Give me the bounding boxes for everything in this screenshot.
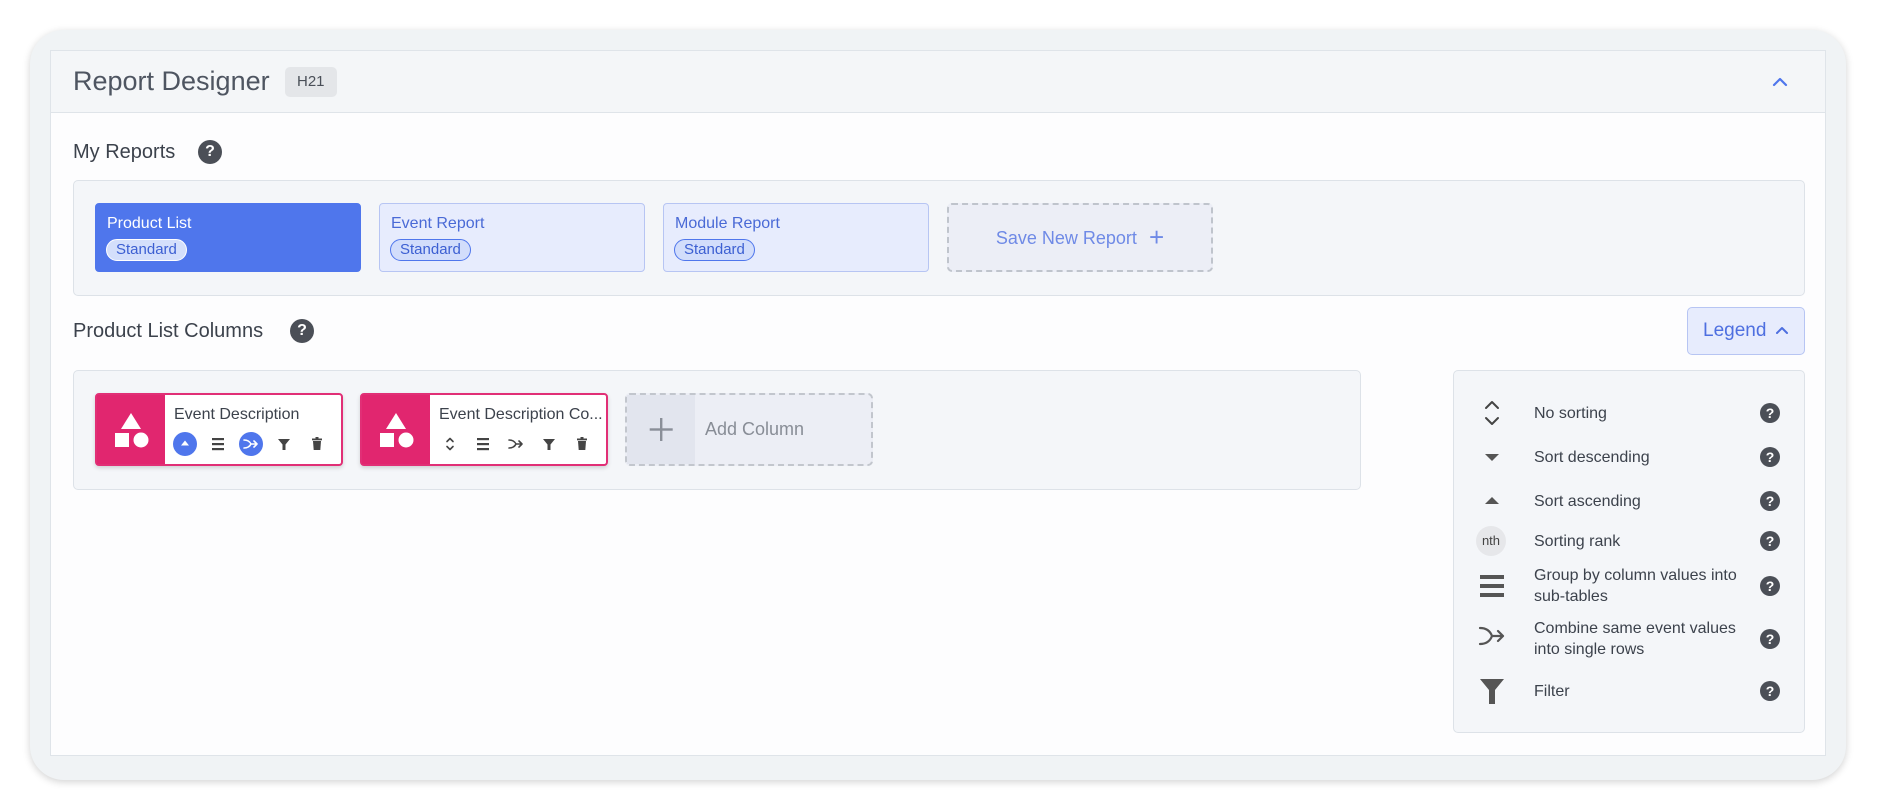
report-name: Product List [107,215,192,232]
save-new-report-button[interactable]: Save New Report + [947,203,1213,272]
save-new-report-label: Save New Report [995,228,1137,248]
columns-help-icon[interactable]: ? [290,319,314,343]
collapse-button[interactable] [1769,71,1791,93]
title-badge: H21 [285,67,337,97]
column-title: Event Description [174,406,300,423]
report-name: Event Report [391,215,485,232]
app-frame: Report Designer H21 My Reports ? Product… [30,30,1846,780]
report-designer-card: Report Designer H21 My Reports ? Product… [50,50,1826,756]
add-column-button[interactable]: Add Column [625,393,873,466]
shapes-icon-box [362,395,430,464]
combine-icon [508,439,523,449]
filter-button[interactable] [537,432,561,456]
page-title: Report Designer [73,66,270,96]
legend-text: Group by column values into sub-tables [1534,567,1737,605]
legend-text: Filter [1534,683,1570,700]
sort-descending-icon [1485,454,1499,461]
group-by-button[interactable] [206,432,230,456]
add-column-label: Add Column [705,419,805,439]
legend-item-sorting-rank: nth Sorting rank ? [1454,521,1804,561]
legend-help-icon[interactable]: ? [1760,447,1780,467]
filter-icon [278,439,290,450]
report-type-badge: Standard [390,239,471,261]
columns-panel: Event Description Event Description Co..… [73,370,1361,490]
add-column-plus-box [627,395,695,464]
no-sort-button[interactable] [438,432,462,456]
legend-item-filter: Filter ? [1454,671,1804,711]
report-type-badge: Standard [106,239,187,261]
chevron-up-icon [1776,327,1788,334]
report-name: Module Report [675,215,780,232]
sorting-rank-icon: nth [1476,526,1506,556]
column-card[interactable]: Event Description [95,393,343,466]
group-by-button[interactable] [471,432,495,456]
group-by-icon [212,438,224,451]
group-by-icon [477,438,489,451]
chevron-up-icon [1772,77,1788,87]
sort-ascending-button[interactable] [173,432,197,456]
sort-ascending-icon [1485,497,1499,504]
combine-button[interactable] [504,432,528,456]
delete-column-button[interactable] [570,432,594,456]
column-title: Event Description Co... [439,406,603,423]
no-sort-icon [446,437,454,451]
combine-button[interactable] [239,432,263,456]
plus-icon [649,418,673,441]
legend-text: Sort ascending [1534,493,1641,510]
legend-button-label: Legend [1703,320,1767,341]
legend-item-no-sorting: No sorting ? [1454,393,1804,433]
legend-text: No sorting [1534,405,1607,422]
combine-icon [243,439,258,449]
report-type-badge: Standard [674,239,755,261]
legend-help-icon[interactable]: ? [1760,491,1780,511]
legend-text: Sorting rank [1534,533,1621,550]
legend-help-icon[interactable]: ? [1760,576,1780,596]
report-card-product-list[interactable]: Product List Standard [95,203,361,272]
report-card-module-report[interactable]: Module Report Standard [663,203,929,272]
sort-ascending-icon [181,440,189,446]
filter-icon [543,439,555,450]
filter-icon [1480,679,1504,704]
legend-item-sort-descending: Sort descending ? [1454,437,1804,477]
columns-title: Product List Columns [73,320,264,342]
my-reports-title: My Reports [73,141,176,163]
legend-text: Sort descending [1534,449,1650,466]
legend-item-sort-ascending: Sort ascending ? [1454,481,1804,521]
legend-item-combine: Combine same event values into single ro… [1454,616,1804,662]
legend-panel: No sorting ? Sort descending ? Sort asce… [1453,370,1805,733]
column-card[interactable]: Event Description Co... [360,393,608,466]
delete-column-button[interactable] [305,432,329,456]
plus-icon: + [1148,222,1165,252]
legend-help-icon[interactable]: ? [1760,531,1780,551]
my-reports-help-icon[interactable]: ? [198,140,222,164]
card-header: Report Designer H21 [51,51,1825,113]
trash-icon [312,437,322,450]
legend-help-icon[interactable]: ? [1760,403,1780,423]
shapes-icon [380,413,414,448]
report-card-event-report[interactable]: Event Report Standard [379,203,645,272]
legend-toggle-button[interactable]: Legend [1687,307,1805,355]
shapes-icon [115,413,149,448]
filter-button[interactable] [272,432,296,456]
legend-item-group-by: Group by column values into sub-tables ? [1454,563,1804,609]
legend-help-icon[interactable]: ? [1760,681,1780,701]
shapes-icon-box [97,395,165,464]
legend-text: Combine same event values into single ro… [1534,620,1736,658]
trash-icon [577,437,587,450]
no-sort-icon [1485,401,1499,425]
group-by-icon [1480,575,1504,597]
combine-icon [1478,626,1505,646]
legend-help-icon[interactable]: ? [1760,629,1780,649]
reports-panel: Product List Standard Event Report Stand… [73,180,1805,296]
